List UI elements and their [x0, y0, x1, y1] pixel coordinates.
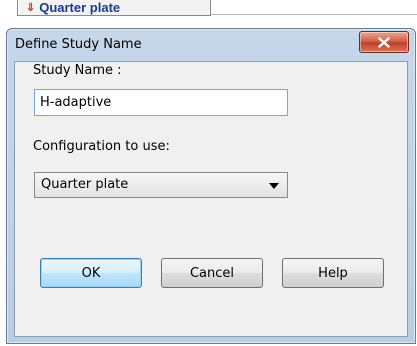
ok-button[interactable]: OK [40, 258, 142, 288]
configuration-label: Configuration to use: [33, 139, 170, 154]
study-name-label: Study Name : [33, 63, 122, 78]
quarter-plate-tab[interactable]: ⇓ Quarter plate [17, 0, 211, 16]
configuration-dropdown[interactable]: Quarter plate [34, 172, 288, 198]
help-button[interactable]: Help [282, 258, 384, 288]
quarter-plate-tab-label: Quarter plate [39, 0, 121, 15]
background-divider [211, 14, 417, 15]
cancel-button[interactable]: Cancel [161, 258, 263, 288]
configuration-selected-value: Quarter plate [41, 177, 129, 192]
close-button[interactable] [359, 31, 409, 53]
dialog-titlebar[interactable]: Define Study Name [7, 29, 415, 61]
study-name-input[interactable] [34, 89, 288, 116]
chevron-down-icon [269, 183, 279, 189]
close-icon [378, 36, 390, 48]
dialog-title: Define Study Name [15, 37, 142, 52]
quarter-plate-icon: ⇓ [26, 2, 36, 14]
